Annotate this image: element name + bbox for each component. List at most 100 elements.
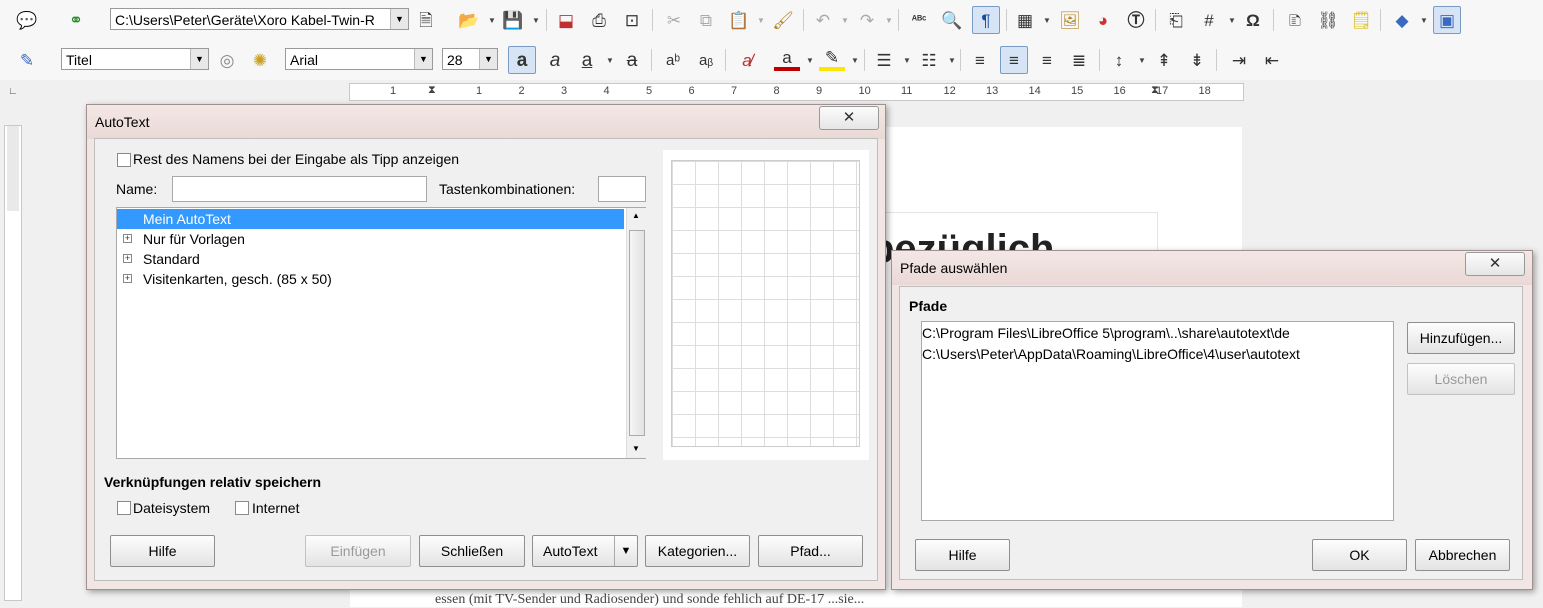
chevron-down-icon[interactable]: ▼ [841,16,849,25]
styles-icon[interactable]: ✎ [14,47,40,73]
paragraph-style-combo[interactable]: Titel ▼ [61,48,209,70]
comment-icon[interactable]: 🗒 [1348,7,1374,33]
scroll-up-icon[interactable]: ▲ [632,211,640,220]
decrease-paragraph-spacing-icon[interactable]: ⇟ [1184,47,1210,73]
path-combo[interactable]: C:\Users\Peter\Geräte\Xoro Kabel-Twin-R … [110,8,409,30]
path-list-item[interactable]: C:\Program Files\LibreOffice 5\program\.… [922,323,1290,344]
update-style-icon[interactable]: ◎ [214,47,240,73]
decrease-indent-icon[interactable]: ⇤ [1259,47,1285,73]
redo-icon[interactable]: ↷ [854,7,880,33]
path-list-item[interactable]: C:\Users\Peter\AppData\Roaming\LibreOffi… [922,344,1300,365]
path-button[interactable]: Pfad... [758,535,863,567]
superscript-icon[interactable]: aᵇ [660,47,686,73]
chevron-down-icon[interactable]: ▼ [1228,16,1236,25]
chevron-down-icon[interactable]: ▼ [488,16,496,25]
delete-button[interactable]: Löschen [1407,363,1515,395]
add-button[interactable]: Hinzufügen... [1407,322,1515,354]
chevron-down-icon[interactable]: ▼ [606,56,614,65]
numbered-list-icon[interactable]: ☷ [916,47,942,73]
save-icon[interactable]: 💾 [500,7,526,33]
print-preview-icon[interactable]: ⊡ [619,7,645,33]
print-icon[interactable]: ⎙ [586,7,612,33]
formatting-marks-icon[interactable]: ¶ [972,6,1000,34]
categories-button[interactable]: Kategorien... [645,535,750,567]
autotext-menu-button[interactable]: AutoText ▼ [532,535,638,567]
scroll-down-icon[interactable]: ▼ [632,444,640,453]
chevron-down-icon[interactable]: ▼ [1138,56,1146,65]
chevron-down-icon[interactable]: ▼ [903,56,911,65]
underline-icon[interactable]: a [574,47,600,73]
tab-stop-selector[interactable]: ∟ [8,86,18,97]
tree-item[interactable]: + Standard [117,249,624,269]
horizontal-ruler[interactable]: 1 1 2 3 4 5 6 7 8 9 10 11 12 13 14 15 16 17 18 ⧗ ⧗ [349,83,1244,101]
chevron-down-icon[interactable]: ▼ [390,9,408,29]
chevron-down-icon[interactable]: ▼ [851,56,859,65]
insert-textbox-icon[interactable]: Ⓣ [1123,7,1149,33]
bold-icon[interactable]: a [508,46,536,74]
tree-item[interactable]: + Visitenkarten, gesch. (85 x 50) [117,269,624,289]
expand-icon[interactable]: + [123,234,132,243]
highlight-color-icon[interactable]: ✎ [819,47,845,71]
chevron-down-icon[interactable]: ▼ [614,536,637,566]
chevron-down-icon[interactable]: ▼ [806,56,814,65]
footnote-icon[interactable]: 🗈 [1282,7,1308,33]
internet-checkbox[interactable] [235,501,249,515]
show-tip-checkbox[interactable] [117,153,131,167]
tree-item[interactable]: + Nur für Vorlagen [117,229,624,249]
insert-button[interactable]: Einfügen [305,535,411,567]
vertical-ruler[interactable] [4,125,22,601]
expand-icon[interactable]: + [123,274,132,283]
find-replace-icon[interactable]: 🔍 [939,7,965,33]
page-break-icon[interactable]: ⎗ [1163,7,1189,33]
chevron-down-icon[interactable]: ▼ [1043,16,1051,25]
help-button[interactable]: Hilfe [915,539,1010,571]
font-size-combo[interactable]: 28 ▼ [442,48,498,70]
insert-chart-icon[interactable]: ◕ [1090,7,1116,33]
export-pdf-icon[interactable]: ⬓ [553,7,579,33]
paste-icon[interactable]: 📋 [726,7,752,33]
increase-paragraph-spacing-icon[interactable]: ⇞ [1151,47,1177,73]
ok-button[interactable]: OK [1312,539,1407,571]
shapes-icon[interactable]: ◆ [1389,7,1415,33]
category-tree[interactable]: Mein AutoText + Nur für Vorlagen + Standard +… [116,207,646,459]
clear-formatting-icon[interactable]: a̸ [734,47,760,73]
undo-icon[interactable]: ↶ [810,7,836,33]
copy-icon[interactable]: ⧉ [693,7,719,33]
help-button[interactable]: Hilfe [110,535,215,567]
chevron-down-icon[interactable]: ▼ [885,16,893,25]
name-input[interactable] [172,176,427,202]
cancel-button[interactable]: Abbrechen [1415,539,1510,571]
bullet-list-icon[interactable]: ☰ [871,47,897,73]
draw-functions-icon[interactable]: ▣ [1433,6,1461,34]
font-color-icon[interactable]: a [774,47,800,71]
binoculars-icon[interactable]: ⚭ [63,7,89,33]
chevron-down-icon[interactable]: ▼ [1420,16,1428,25]
italic-icon[interactable]: a [542,47,568,73]
justify-icon[interactable]: ≣ [1066,47,1092,73]
line-spacing-icon[interactable]: ↕ [1106,47,1132,73]
scrollbar-thumb[interactable] [629,230,645,436]
insert-image-icon[interactable]: 🖼 [1057,7,1083,33]
new-style-icon[interactable]: ✺ [247,47,273,73]
spellcheck-icon[interactable]: ᴬᴮᶜ [906,7,932,33]
hyperlink-icon[interactable]: ⛓ [1315,7,1341,33]
align-left-icon[interactable]: ≡ [967,47,993,73]
special-character-icon[interactable]: Ω [1240,7,1266,33]
chevron-down-icon[interactable]: ▼ [190,49,208,69]
filesystem-checkbox[interactable] [117,501,131,515]
chevron-down-icon[interactable]: ▼ [757,16,765,25]
right-indent-marker-icon[interactable]: ⧗ [1151,84,1159,97]
shortcut-input[interactable] [598,176,646,202]
clone-formatting-icon[interactable]: 🖌 [770,7,796,33]
open-folder-icon[interactable]: 📂 [456,7,482,33]
close-icon[interactable]: ✕ [1465,252,1525,276]
indent-marker-icon[interactable]: ⧗ [428,84,436,97]
chevron-down-icon[interactable]: ▼ [479,49,497,69]
chevron-down-icon[interactable]: ▼ [948,56,956,65]
subscript-icon[interactable]: aᵦ [693,47,719,73]
speech-bubble-icon[interactable]: 💬 [14,7,40,33]
align-center-icon[interactable]: ≡ [1000,46,1028,74]
cut-icon[interactable]: ✂ [661,7,687,33]
strikethrough-icon[interactable]: a [619,47,645,73]
tree-item[interactable]: Mein AutoText [117,209,624,229]
